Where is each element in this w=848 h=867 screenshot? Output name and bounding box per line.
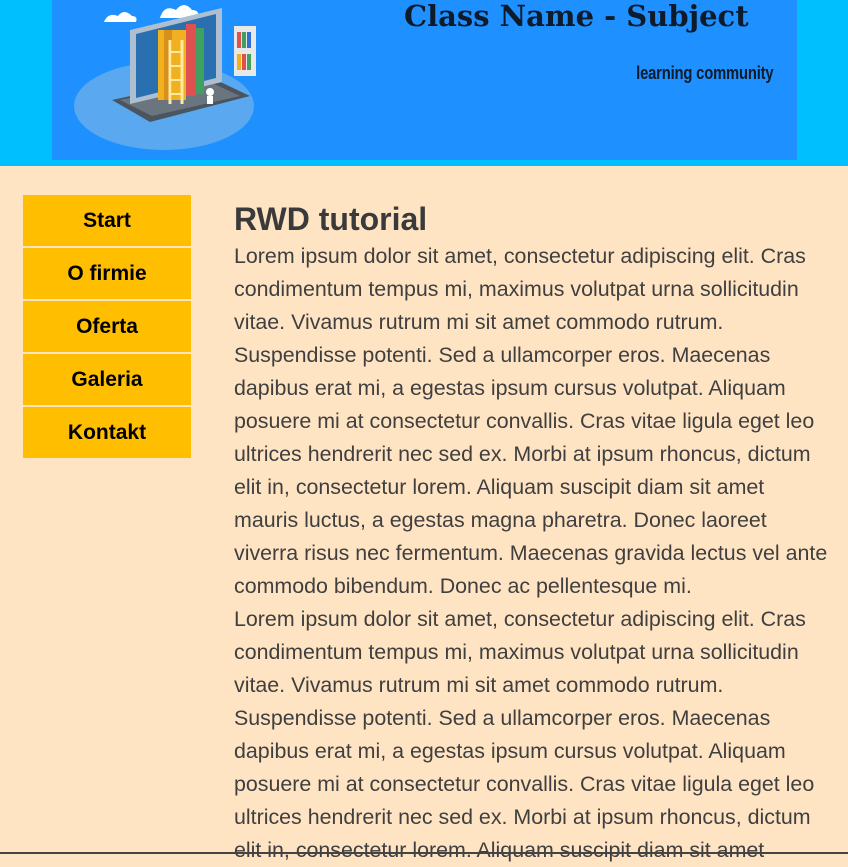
laptop-books-illustration-icon <box>74 5 256 150</box>
divider <box>0 852 848 854</box>
nav-item-galeria[interactable]: Galeria <box>23 354 191 405</box>
header-banner: Class Name - Subject learning community <box>52 0 797 160</box>
header-bar: Class Name - Subject learning community <box>0 0 848 166</box>
sidebar-nav: Start O firmie Oferta Galeria Kontakt <box>23 195 191 460</box>
site-subtitle: learning community <box>635 63 773 83</box>
main-content: RWD tutorial Lorem ipsum dolor sit amet,… <box>234 198 834 867</box>
nav-item-o-firmie[interactable]: O firmie <box>23 248 191 299</box>
page-title: RWD tutorial <box>234 201 428 237</box>
content-paragraph: Lorem ipsum dolor sit amet, consectetur … <box>234 244 828 598</box>
nav-item-kontakt[interactable]: Kontakt <box>23 407 191 458</box>
content-paragraph: Lorem ipsum dolor sit amet, consectetur … <box>234 607 815 862</box>
nav-item-start[interactable]: Start <box>23 195 191 246</box>
site-title: Class Name - Subject <box>404 0 749 33</box>
nav-item-oferta[interactable]: Oferta <box>23 301 191 352</box>
